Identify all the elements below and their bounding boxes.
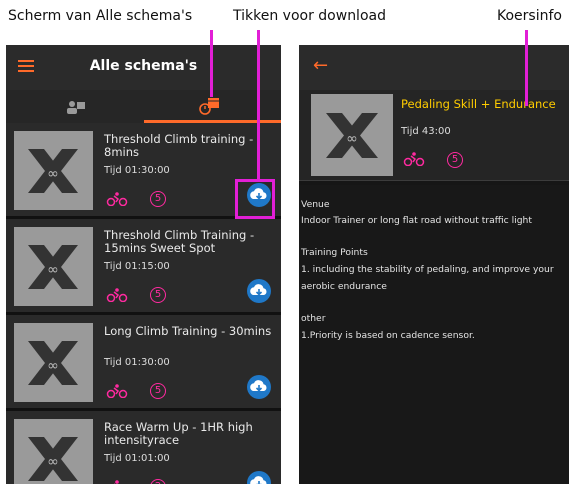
cloud-download-icon — [250, 380, 267, 392]
callout-line-course-info — [525, 30, 528, 106]
cloud-download-icon — [250, 476, 267, 484]
bike-icon — [114, 480, 119, 484]
callout-line-tab — [210, 30, 213, 97]
caption-all-schedules-screen: Scherm van Alle schema's — [8, 8, 193, 24]
course-time: Tijd 43:00 — [401, 126, 451, 137]
difficulty-level-badge: 5 — [150, 191, 166, 207]
tab-profile[interactable] — [6, 90, 144, 123]
brand-x-logo-icon: ∞ — [326, 113, 378, 158]
calendar-icon — [198, 98, 219, 115]
all-schedules-screen: Alle schema's ∞ Threshold Climb training… — [6, 45, 281, 484]
list-item[interactable]: ∞ Race Warm Up - 1HR high intensityrace … — [6, 411, 281, 484]
top-bar: ← — [299, 45, 569, 90]
brand-x-logo-icon: ∞ — [28, 437, 78, 481]
brand-x-logo-icon: ∞ — [28, 341, 78, 385]
page-title: Alle schema's — [89, 58, 198, 74]
svg-text:∞: ∞ — [47, 166, 59, 182]
caption-course-info: Koersinfo — [497, 8, 562, 24]
section-heading-venue: Venue — [301, 199, 330, 210]
download-button[interactable] — [247, 375, 271, 399]
svg-text:∞: ∞ — [47, 262, 59, 278]
course-title: Pedaling Skill + Endurance — [401, 97, 556, 111]
list-item[interactable]: ∞ Long Climb Training - 30mins Tijd 01:3… — [6, 315, 281, 411]
schedule-title: Long Climb Training - 30mins — [104, 324, 272, 338]
difficulty-level-badge: 5 — [150, 287, 166, 303]
svg-text:∞: ∞ — [47, 358, 59, 374]
top-bar: Alle schema's — [6, 45, 281, 90]
bike-icon — [106, 192, 128, 206]
brand-x-logo-icon: ∞ — [28, 149, 78, 193]
other-text: 1.Priority is based on cadence sensor. — [301, 330, 475, 341]
svg-text:∞: ∞ — [346, 131, 358, 147]
difficulty-level-badge: 2 — [150, 479, 166, 484]
bike-icon — [106, 384, 128, 398]
venue-text: Indoor Trainer or long flat road without… — [301, 215, 532, 226]
schedule-time: Tijd 01:01:00 — [104, 453, 170, 464]
list-item[interactable]: ∞ Threshold Climb Training - 15mins Swee… — [6, 219, 281, 315]
cloud-download-icon — [250, 284, 267, 296]
profile-icon — [67, 101, 85, 114]
difficulty-level-badge: 5 — [150, 383, 166, 399]
callout-box-download — [235, 179, 275, 219]
schedule-thumbnail: ∞ — [14, 419, 93, 484]
caption-tap-to-download: Tikken voor download — [233, 8, 386, 24]
schedule-title: Race Warm Up - 1HR high intensityrace — [104, 420, 253, 447]
schedule-thumbnail: ∞ — [14, 323, 93, 402]
svg-text:∞: ∞ — [47, 454, 59, 470]
bike-icon — [106, 288, 128, 302]
callout-line-download — [257, 30, 260, 180]
schedule-time: Tijd 01:30:00 — [104, 165, 170, 176]
schedule-time: Tijd 01:30:00 — [104, 357, 170, 368]
brand-x-logo-icon: ∞ — [28, 245, 78, 289]
download-button[interactable] — [247, 279, 271, 303]
course-info-screen: ← ∞ Pedaling Skill + Endurance Tijd 43:0… — [299, 45, 569, 484]
section-heading-other: other — [301, 313, 326, 324]
course-thumbnail: ∞ — [311, 94, 393, 176]
schedule-thumbnail: ∞ — [14, 227, 93, 306]
tab-bar — [6, 90, 281, 123]
section-heading-training-points: Training Points — [301, 247, 368, 258]
schedule-thumbnail: ∞ — [14, 131, 93, 210]
course-description: Venue Indoor Trainer or long flat road w… — [299, 185, 569, 484]
course-header: ∞ Pedaling Skill + Endurance Tijd 43:00 … — [299, 90, 569, 181]
back-arrow-icon[interactable]: ← — [313, 55, 328, 76]
schedule-time: Tijd 01:15:00 — [104, 261, 170, 272]
training-point-line-2: aerobic endurance — [301, 281, 387, 292]
schedule-title: Threshold Climb Training - 15mins Sweet … — [104, 228, 255, 255]
bike-icon — [403, 152, 425, 166]
difficulty-level-badge: 5 — [447, 152, 463, 168]
schedule-title: Threshold Climb training - 8mins — [104, 132, 254, 159]
download-button[interactable] — [247, 471, 271, 484]
training-point-line-1: 1. including the stability of pedaling, … — [301, 264, 554, 275]
